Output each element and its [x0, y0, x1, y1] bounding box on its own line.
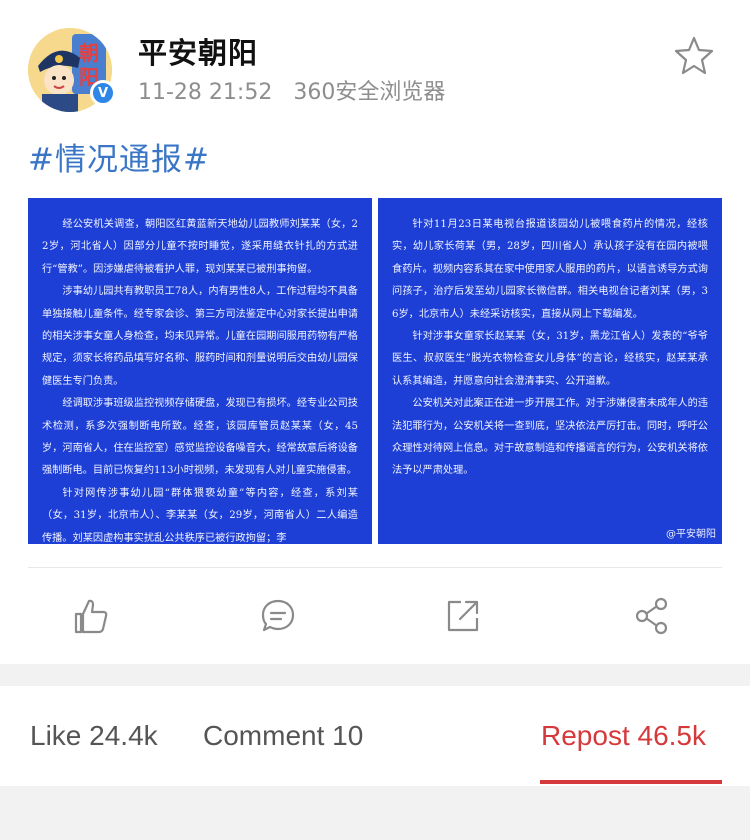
weibo-post: 朝 阳 V 平安朝阳 11-28 21:52 360安全浏览器 #情况通报# 经… [0, 0, 750, 664]
share-nodes-icon [635, 597, 668, 635]
notice-paragraph: 经调取涉事班级监控视频存储硬盘，发现已有损坏。经专业公司技术检测，系多次强制断电… [42, 398, 358, 477]
section-gap [0, 664, 750, 686]
notice-paragraph: 涉事幼儿园共有教职员工78人，内有男性8人，工作过程均不具备单独接触儿童条件。经… [42, 286, 358, 387]
repost-button[interactable] [435, 590, 491, 642]
star-icon [674, 36, 714, 75]
active-tab-indicator [540, 780, 722, 784]
content-area-background [0, 786, 750, 840]
share-arrow-icon [447, 600, 479, 632]
like-button[interactable] [63, 590, 119, 642]
author-name[interactable]: 平安朝阳 [138, 30, 258, 72]
tab-repost[interactable]: Repost 46.5k [541, 720, 706, 752]
action-bar [0, 590, 750, 646]
post-images: 经公安机关调查，朝阳区红黄蓝新天地幼儿园教师刘某某（女，22岁，河北省人）因部分… [28, 198, 722, 544]
tab-like[interactable]: Like 24.4k [30, 720, 158, 752]
notice-paragraph: 针对涉事女童家长赵某某（女，31岁，黑龙江省人）发表的“爷爷医生、叔叔医生”脱光… [392, 331, 708, 387]
notice-paragraph: 经公安机关调查，朝阳区红黄蓝新天地幼儿园教师刘某某（女，22岁，河北省人）因部分… [42, 219, 358, 275]
comment-button[interactable] [250, 590, 306, 642]
notice-paragraph: 公安机关对此案正在进一步开展工作。对于涉嫌侵害未成年人的违法犯罪行为，公安机关将… [392, 398, 708, 477]
post-source: 360安全浏览器 [293, 80, 446, 105]
hashtag-link[interactable]: #情况通报# [28, 134, 210, 179]
post-time: 11-28 21:52 [138, 80, 273, 105]
notice-paragraph: 针对11月23日某电视台报道该园幼儿被喂食药片的情况，经核实，幼儿家长荷某（男，… [392, 219, 708, 320]
notice-paragraph: 针对网传涉事幼儿园“群体猥亵幼童”等内容，经查，系刘某（女，31岁，北京市人）、… [42, 487, 358, 544]
notice-image-1[interactable]: 经公安机关调查，朝阳区红黄蓝新天地幼儿园教师刘某某（女，22岁，河北省人）因部分… [28, 198, 372, 544]
comment-bubble-icon [261, 599, 295, 632]
notice-image-2[interactable]: 针对11月23日某电视台报道该园幼儿被喂食药片的情况，经核实，幼儿家长荷某（男，… [378, 198, 722, 544]
svg-text:朝: 朝 [79, 41, 99, 65]
divider [28, 567, 722, 568]
favorite-button[interactable] [674, 35, 714, 75]
tab-comment[interactable]: Comment 10 [203, 720, 363, 752]
image-watermark: @平安朝阳 [666, 529, 716, 540]
verified-badge: V [90, 80, 116, 106]
interaction-tabs: Like 24.4k Comment 10 Repost 46.5k [0, 686, 750, 786]
share-button[interactable] [624, 590, 680, 642]
post-meta: 11-28 21:52 360安全浏览器 [138, 74, 459, 106]
thumbs-up-icon [74, 599, 108, 634]
